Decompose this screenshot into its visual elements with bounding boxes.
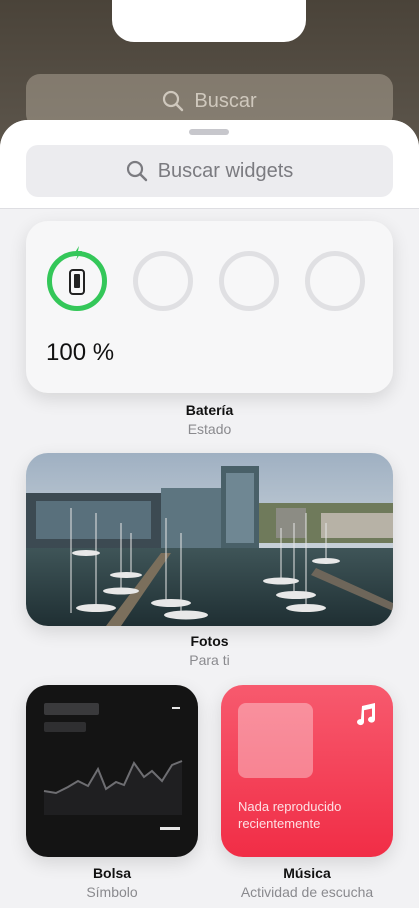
music-widget[interactable]: Nada reproducido recientemente <box>221 685 393 857</box>
search-widgets-placeholder: Buscar widgets <box>157 159 294 182</box>
harbor-photo <box>26 453 393 626</box>
music-note-icon <box>357 703 376 726</box>
stocks-widget-title: Bolsa <box>92 865 132 881</box>
stocks-widget-subtitle: Símbolo <box>86 884 138 900</box>
background-search-label: Buscar <box>194 89 257 112</box>
search-icon <box>126 160 147 182</box>
battery-ring-empty <box>133 251 193 311</box>
search-icon <box>163 90 184 112</box>
device-notch <box>112 0 306 42</box>
music-widget-subtitle: Actividad de escucha <box>240 884 374 900</box>
battery-widget-title: Batería <box>185 402 234 418</box>
music-widget-title: Música <box>283 865 331 881</box>
iphone-icon <box>69 269 85 295</box>
battery-widget-subtitle: Estado <box>187 421 232 437</box>
bolt-icon <box>74 246 82 260</box>
sheet-grabber[interactable] <box>189 129 229 135</box>
battery-percentage: 100 % <box>46 339 115 366</box>
music-widget-label: Música Actividad de escucha <box>221 865 393 900</box>
stocks-widget[interactable] <box>26 685 198 857</box>
battery-widget-label: Batería Estado <box>0 402 419 437</box>
stock-chart-line <box>43 760 183 815</box>
sheet-header: Buscar widgets <box>0 120 419 209</box>
photos-widget[interactable] <box>26 453 393 626</box>
photos-widget-title: Fotos <box>190 633 229 649</box>
battery-ring-empty <box>305 251 365 311</box>
album-art-placeholder <box>238 703 313 778</box>
stock-price-placeholder <box>160 827 180 830</box>
search-widgets-input[interactable]: Buscar widgets <box>26 145 393 197</box>
battery-ring-empty <box>219 251 279 311</box>
photos-widget-subtitle: Para ti <box>189 652 230 668</box>
battery-widget[interactable]: 100 % <box>26 221 393 393</box>
widget-gallery-sheet: Buscar widgets 100 % Batería Estado Foto… <box>0 120 419 908</box>
music-empty-message: Nada reproducido recientemente <box>238 799 342 831</box>
stocks-widget-label: Bolsa Símbolo <box>26 865 198 900</box>
photos-widget-label: Fotos Para ti <box>0 633 419 668</box>
